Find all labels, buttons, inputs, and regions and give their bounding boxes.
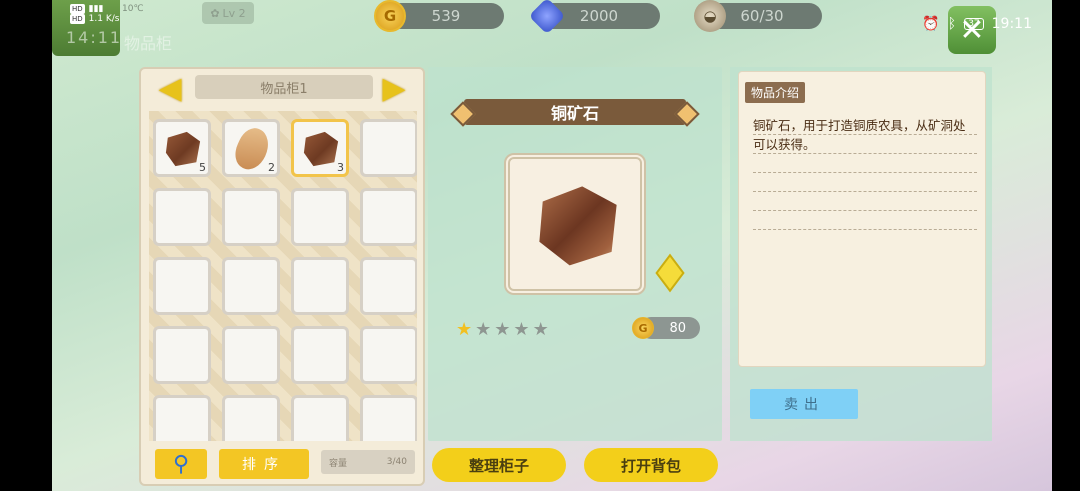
network-speed: 1.1 K/s <box>88 14 120 24</box>
stamina-value: 60/30 <box>740 7 784 25</box>
star-icon: ★ <box>513 319 530 340</box>
description-text: 铜矿石，用于打造铜质农具，从矿洞处可以获得。 <box>753 118 966 152</box>
prev-cabinet-arrow-icon[interactable]: ◀ <box>153 72 187 106</box>
item-preview-frame <box>504 153 646 295</box>
ruled-line <box>753 154 977 173</box>
next-cabinet-arrow-icon[interactable]: ▶ <box>377 72 411 106</box>
item-name-banner: 铜矿石 <box>464 99 686 125</box>
price-value: 80 <box>669 320 686 336</box>
item-slot[interactable] <box>291 395 349 441</box>
cube-icon[interactable] <box>655 253 685 293</box>
search-button[interactable]: ⚲ <box>155 449 207 479</box>
item-slot[interactable] <box>222 188 280 246</box>
level-badge: ✿ Lv 2 <box>202 2 254 24</box>
sort-button[interactable]: 排序 <box>219 449 309 479</box>
clock: 19:11 <box>991 16 1032 32</box>
slot-qty: 2 <box>268 161 275 174</box>
slot-qty: 5 <box>199 161 206 174</box>
item-slot[interactable] <box>222 395 280 441</box>
capacity-label: 容量 <box>329 458 348 469</box>
item-slot[interactable]: 2 <box>222 119 280 177</box>
item-slot[interactable]: 5 <box>153 119 211 177</box>
item-slot[interactable] <box>360 119 417 177</box>
search-icon: ⚲ <box>172 451 190 477</box>
slot-qty: 3 <box>337 161 344 174</box>
gem-value: 2000 <box>579 7 619 25</box>
item-slot[interactable] <box>360 326 417 384</box>
item-slot[interactable] <box>153 188 211 246</box>
description-header: 物品介绍 <box>745 82 806 103</box>
item-slot[interactable] <box>222 257 280 315</box>
item-slot[interactable] <box>153 395 211 441</box>
alarm-icon: ⏰ <box>922 16 940 32</box>
sell-button[interactable]: 卖出 <box>750 389 858 419</box>
organize-cabinet-button[interactable]: 整理柜子 <box>432 448 566 482</box>
item-slot-selected[interactable]: 3 <box>291 119 349 177</box>
battery-indicator: 37 <box>964 18 984 30</box>
copper-ore-icon <box>303 131 339 167</box>
hd-badge: HD <box>70 14 85 24</box>
item-slot[interactable] <box>360 188 417 246</box>
status-right: ⏰ ᛒ 37 19:11 <box>922 16 1032 32</box>
coin-icon: G <box>632 317 654 339</box>
weather-temp: 10℃ <box>122 4 144 14</box>
capacity-value: 3/40 <box>386 457 407 467</box>
star-icon: ★ <box>475 319 492 340</box>
top-bar: HD ▮▮▮ HD 1.1 K/s 14:11 物品柜 10℃ ✿ Lv 2 539… <box>52 0 1052 56</box>
level-text: Lv 2 <box>222 6 246 20</box>
cabinet-panel: ◀ 物品柜1 ▶ 5 2 3 ⚲ 排序 容量 3/40 <box>139 67 425 486</box>
item-slot[interactable] <box>360 257 417 315</box>
item-grid: 5 2 3 <box>149 111 417 441</box>
level-icon: ✿ <box>210 6 220 20</box>
item-slot[interactable] <box>153 326 211 384</box>
cabinet-title: 物品柜1 <box>195 75 373 99</box>
item-slot[interactable] <box>360 395 417 441</box>
item-info-panel: 物品介绍 铜矿石，用于打造铜质农具，从矿洞处可以获得。 卖出 <box>730 67 992 441</box>
cabinet-header: ◀ 物品柜1 ▶ <box>141 69 423 109</box>
star-icon: ★ <box>532 319 549 340</box>
ruled-line <box>753 173 977 192</box>
capacity-indicator: 容量 3/40 <box>321 450 415 474</box>
coin-value: 539 <box>431 7 461 25</box>
ghost-time: 14:11 <box>66 28 123 47</box>
signal-icon: ▮▮▮ <box>88 4 104 14</box>
rarity-stars: ★ ★ ★ ★ ★ <box>456 319 549 340</box>
hd-badge: HD <box>70 4 85 14</box>
copper-ore-icon <box>165 131 201 167</box>
item-detail-panel: 铜矿石 ★ ★ ★ ★ ★ 80 G <box>428 67 722 441</box>
star-icon: ★ <box>494 319 511 340</box>
copper-ore-icon <box>539 186 617 266</box>
ghost-title: 物品柜 <box>124 34 173 53</box>
item-name: 铜矿石 <box>550 104 599 123</box>
item-slot[interactable] <box>222 326 280 384</box>
status-left: HD ▮▮▮ HD 1.1 K/s <box>70 4 119 24</box>
item-slot[interactable] <box>291 257 349 315</box>
cabinet-toolbar: ⚲ 排序 容量 3/40 <box>149 449 417 481</box>
bluetooth-icon: ᛒ <box>947 16 957 32</box>
open-backpack-button[interactable]: 打开背包 <box>584 448 718 482</box>
item-slot[interactable] <box>291 188 349 246</box>
ruled-line <box>753 192 977 211</box>
ruled-line <box>753 211 977 230</box>
description-card: 物品介绍 铜矿石，用于打造铜质农具，从矿洞处可以获得。 <box>738 71 986 367</box>
coin-icon: G <box>374 0 406 32</box>
stamina-icon: ◒ <box>694 0 726 32</box>
game-screen: HD ▮▮▮ HD 1.1 K/s 14:11 物品柜 10℃ ✿ Lv 2 539… <box>52 0 1052 491</box>
item-slot[interactable] <box>153 257 211 315</box>
item-slot[interactable] <box>291 326 349 384</box>
star-icon: ★ <box>456 319 473 340</box>
